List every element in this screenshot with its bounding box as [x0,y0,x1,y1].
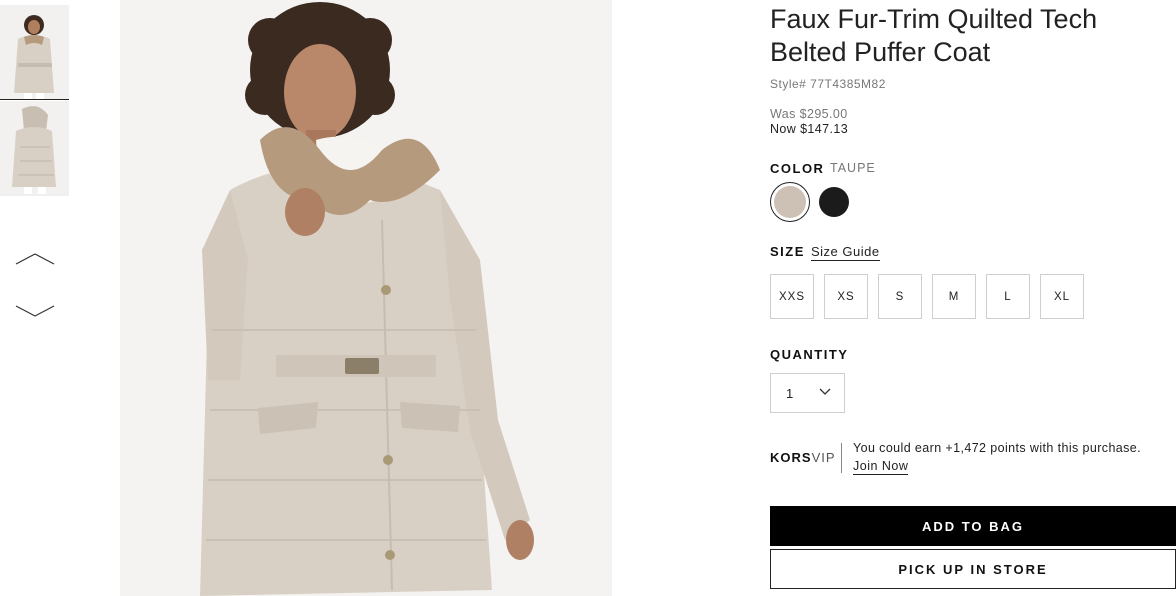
size-label: SIZE [770,244,805,259]
model-wearing-coat-image [120,0,612,596]
product-main-image [120,0,612,596]
quantity-value: 1 [786,386,794,401]
add-to-bag-button[interactable]: ADD TO BAG [770,506,1176,546]
size-option-s[interactable]: S [878,274,922,319]
chevron-down-icon [819,388,831,395]
color-swatch-taupe[interactable] [770,182,810,222]
quantity-select[interactable]: 1 [770,373,845,413]
size-option-l[interactable]: L [986,274,1030,319]
gallery-prev-button[interactable] [14,250,56,270]
size-guide-link[interactable]: Size Guide [811,244,880,261]
color-swatch-black[interactable] [816,184,852,220]
taupe-swatch-fill [774,186,806,218]
thumbnail-front-image [0,5,69,99]
black-swatch-fill [819,187,849,217]
loyalty-divider [841,443,842,473]
style-number: Style# 77T4385M82 [770,77,886,91]
thumbnail-side[interactable] [0,101,69,196]
size-option-xs[interactable]: XS [824,274,868,319]
thumbnail-side-image [0,101,69,194]
size-option-xl[interactable]: XL [1040,274,1084,319]
chevron-up-icon [15,253,55,265]
price-now: Now $147.13 [770,122,849,136]
thumbnail-front[interactable] [0,5,69,100]
selected-color-name: TAUPE [830,161,876,175]
pick-up-in-store-button[interactable]: PICK UP IN STORE [770,549,1176,589]
product-title: Faux Fur-Trim Quilted Tech Belted Puffer… [770,4,1098,67]
size-option-xxs[interactable]: XXS [770,274,814,319]
loyalty-points-message: You could earn +1,472 points with this p… [853,441,1142,455]
gallery-next-button[interactable] [14,302,56,322]
color-label: COLOR [770,161,825,176]
size-option-m[interactable]: M [932,274,976,319]
korsvip-logo-vip: VIP [811,450,836,465]
korsvip-logo-kors: KORS [770,450,812,465]
price-was: Was $295.00 [770,107,848,121]
quantity-label: QUANTITY [770,347,849,362]
join-now-link[interactable]: Join Now [853,459,909,475]
korsvip-logo: KORSVIP [770,450,836,465]
chevron-down-icon [15,305,55,317]
